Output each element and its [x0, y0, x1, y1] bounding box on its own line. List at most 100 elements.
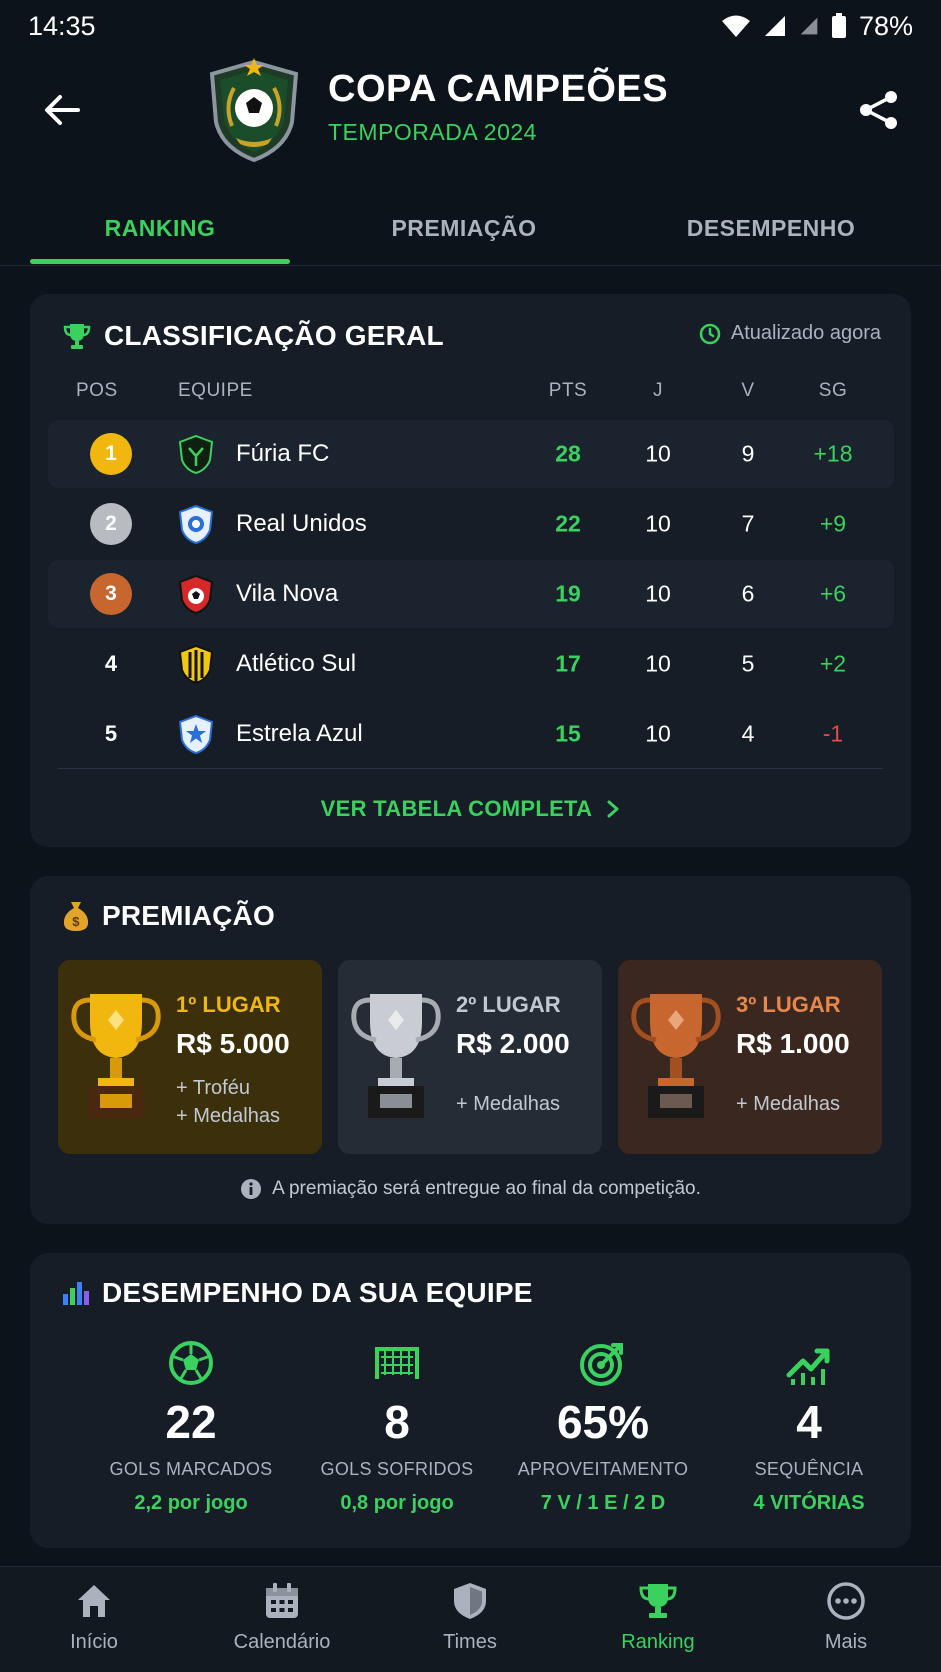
performance-title: DESEMPENHO DA SUA EQUIPE [102, 1277, 533, 1308]
prize-place: 3º LUGAR [736, 992, 841, 1017]
share-icon[interactable] [857, 88, 901, 132]
tournament-logo [209, 58, 299, 163]
team-name: Fúria FC [236, 440, 330, 467]
col-header-v: V [741, 380, 755, 401]
stat-sub: 7 V / 1 E / 2 D [540, 1492, 666, 1514]
position-badge-bronze: 3 [90, 573, 132, 615]
prize-card-first[interactable]: 1º LUGAR R$ 5.000 + Troféu + Medalhas [58, 960, 322, 1154]
team-games: 10 [645, 440, 671, 467]
prize-extra-medals: + Medalhas [176, 1105, 280, 1127]
stat-goals-scored: 22 GOLS MARCADOS 2,2 por jogo [86, 1339, 296, 1515]
team-goal-diff: +6 [819, 580, 847, 607]
prize-place: 2º LUGAR [456, 992, 561, 1017]
prize-card-second[interactable]: 2º LUGAR R$ 2.000 + Medalhas [338, 960, 602, 1154]
page-title: COPA CAMPEÕES [328, 68, 669, 110]
status-time: 14:35 [28, 10, 96, 41]
prize-card-third[interactable]: 3º LUGAR R$ 1.000 + Medalhas [618, 960, 882, 1154]
prize-value: R$ 2.000 [456, 1028, 570, 1059]
shield-icon [454, 1583, 486, 1619]
nav-item-mais[interactable]: Mais [771, 1581, 921, 1654]
stat-sub: 0,8 por jogo [340, 1492, 454, 1514]
col-header-sg: SG [818, 380, 848, 401]
team-points: 22 [555, 510, 581, 537]
standings-header: CLASSIFICAÇÃO GERAL [62, 320, 444, 352]
stat-value: 8 [384, 1396, 410, 1448]
active-tab-indicator [30, 259, 290, 264]
stat-sub: 4 VITÓRIAS [753, 1492, 865, 1514]
stat-value: 4 [796, 1396, 822, 1448]
nav-item-ranking[interactable]: Ranking [583, 1581, 733, 1654]
position-number: 4 [104, 651, 118, 676]
nav-item-calendario[interactable]: Calendário [207, 1581, 357, 1654]
nav-label: Calendário [233, 1631, 331, 1653]
prize-place: 1º LUGAR [176, 992, 281, 1017]
table-row[interactable]: 5 Estrela Azul 15 10 4 -1 [48, 700, 894, 768]
col-header-team: EQUIPE [178, 380, 253, 401]
team-wins: 6 [741, 580, 755, 607]
nav-item-times[interactable]: Times [395, 1581, 545, 1654]
view-full-table-button[interactable]: VER TABELA COMPLETA [30, 796, 911, 822]
table-row[interactable]: 2 Real Unidos 22 10 7 +9 [48, 490, 894, 558]
standings-card: CLASSIFICAÇÃO GERAL Atualizado agora POS… [30, 294, 911, 847]
prize-extra-medals: + Medalhas [456, 1093, 560, 1115]
status-bar: 14:35 78% [0, 0, 941, 52]
status-icons: 78% [721, 11, 913, 42]
team-name: Estrela Azul [236, 720, 363, 747]
stat-label: GOLS MARCADOS [109, 1459, 273, 1479]
page-subtitle: TEMPORADA 2024 [328, 119, 537, 145]
performance-card: DESEMPENHO DA SUA EQUIPE 22 GOLS MARCADO… [30, 1253, 911, 1548]
prize-note: A premiação será entregue ao final da co… [30, 1178, 911, 1200]
tab-ranking[interactable]: RANKING [30, 190, 290, 266]
tab-desempenho[interactable]: DESEMPENHO [641, 190, 901, 266]
stat-streak: 4 SEQUÊNCIA 4 VITÓRIAS [704, 1339, 914, 1515]
prizes-header: $ PREMIAÇÃO [62, 900, 275, 932]
svg-text:$: $ [72, 914, 80, 929]
col-header-pts: PTS [548, 380, 588, 401]
goal-net-icon [375, 1347, 419, 1379]
table-row[interactable]: 3 Vila Nova 19 10 6 +6 [48, 560, 894, 628]
team-goal-diff: +18 [813, 440, 853, 467]
signal-icon-secondary [800, 17, 818, 35]
team-games: 10 [645, 580, 671, 607]
team-games: 10 [645, 510, 671, 537]
soccer-ball-icon [169, 1341, 213, 1385]
updated-text: Atualizado agora [730, 322, 881, 344]
prize-value: R$ 1.000 [736, 1028, 850, 1059]
bronze-trophy-icon [631, 994, 721, 1118]
trophy-icon [639, 1584, 677, 1618]
team-crest-icon [178, 714, 214, 754]
prize-extra-trophy: + Troféu [176, 1077, 250, 1099]
stat-value: 22 [165, 1396, 217, 1448]
table-row[interactable]: 4 Atlético Sul 17 10 5 +2 [48, 630, 894, 698]
nav-label: Início [70, 1631, 118, 1653]
team-wins: 5 [741, 650, 755, 677]
table-row[interactable]: 1 Fúria FC 28 10 9 +18 [48, 420, 894, 488]
stat-value: 65% [556, 1396, 650, 1448]
team-points: 19 [555, 580, 581, 607]
position-badge-silver: 2 [90, 503, 132, 545]
wifi-icon [721, 15, 750, 37]
back-arrow-icon[interactable] [38, 86, 86, 134]
prizes-card: $ PREMIAÇÃO 1º LUGAR R$ 5.000 + Troféu +… [30, 876, 911, 1224]
team-name: Real Unidos [236, 510, 367, 537]
nav-label: Mais [824, 1631, 868, 1653]
team-wins: 9 [741, 440, 755, 467]
team-wins: 4 [741, 720, 755, 747]
team-name: Vila Nova [236, 580, 339, 607]
tab-bar: RANKING PREMIAÇÃO DESEMPENHO [0, 190, 941, 266]
stat-label: SEQUÊNCIA [754, 1459, 864, 1479]
tab-premiacao[interactable]: PREMIAÇÃO [334, 190, 594, 266]
money-bag-icon: $ [63, 902, 89, 931]
trending-up-icon [786, 1348, 830, 1385]
more-icon [827, 1582, 865, 1620]
prize-value: R$ 5.000 [176, 1028, 290, 1059]
gold-trophy-icon [71, 994, 161, 1118]
app-header: COPA CAMPEÕES TEMPORADA 2024 [0, 52, 941, 182]
team-games: 10 [645, 650, 671, 677]
prize-extra-medals: + Medalhas [736, 1093, 840, 1115]
nav-item-inicio[interactable]: Início [19, 1581, 169, 1654]
title-block: COPA CAMPEÕES TEMPORADA 2024 [328, 68, 668, 146]
team-goal-diff: +9 [819, 510, 847, 537]
team-points: 28 [555, 440, 581, 467]
divider [58, 768, 883, 769]
